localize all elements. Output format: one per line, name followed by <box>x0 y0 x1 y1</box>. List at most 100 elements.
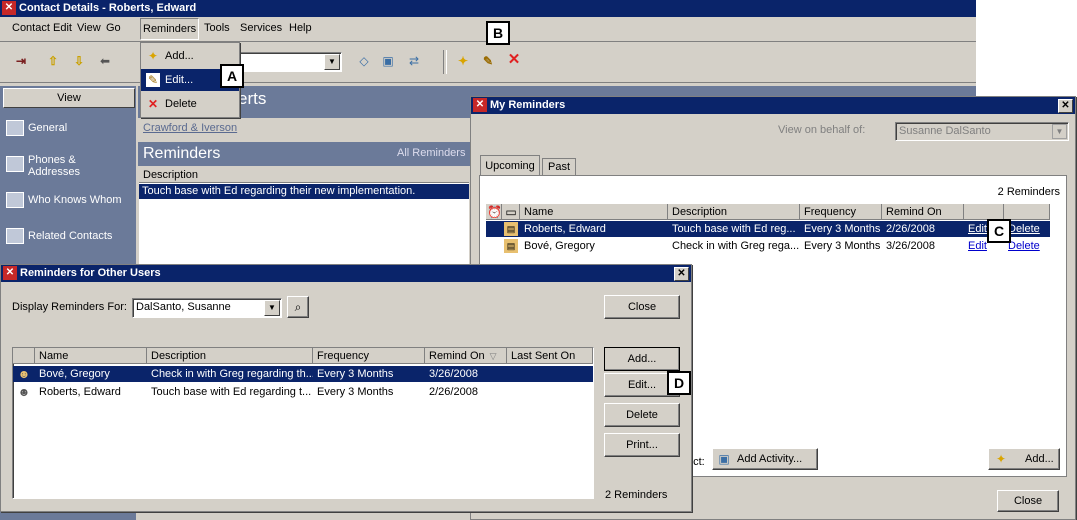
app-logo-icon: ✕ <box>3 266 17 280</box>
menu-contact[interactable]: Contact <box>12 22 50 34</box>
delete-link[interactable]: Delete <box>1008 238 1040 254</box>
name-column-header[interactable]: Name <box>520 204 668 220</box>
toolbar-separator <box>443 50 447 74</box>
link-contacts-icon[interactable]: ⇄ <box>407 54 421 68</box>
contact-card-icon: ▤ <box>504 222 518 236</box>
search-button[interactable]: ⌕ <box>287 296 309 318</box>
tab-past[interactable]: Past <box>542 158 576 176</box>
reminders-filter[interactable]: All Reminders <box>397 147 465 159</box>
remind-on-column-header[interactable]: Remind On <box>882 204 964 220</box>
nav-who-knows-whom[interactable]: Who Knows Whom <box>0 184 133 218</box>
my-reminders-add-button[interactable]: ✦ Add... <box>988 448 1060 470</box>
nav-general[interactable]: General <box>0 112 133 146</box>
menu-help[interactable]: Help <box>289 22 312 34</box>
other-users-title: Reminders for Other Users <box>20 267 161 279</box>
contact-card-icon: ▤ <box>504 239 518 253</box>
reminders-heading: Reminders <box>143 145 221 162</box>
close-icon[interactable]: ✕ <box>674 267 689 281</box>
add-activity-button[interactable]: ▣ Add Activity... <box>712 448 818 470</box>
other-add-button[interactable]: Add... <box>604 347 680 371</box>
callout-c: C <box>987 219 1011 243</box>
edit-pencil-icon[interactable]: ✎ <box>481 54 495 68</box>
tab-upcoming[interactable]: Upcoming <box>480 155 540 176</box>
menu-go[interactable]: Go <box>106 22 121 34</box>
contact-window-title: Contact Details - Roberts, Edward <box>19 2 197 14</box>
description-column-header[interactable]: Description <box>139 168 469 183</box>
app-logo-icon: ✕ <box>473 98 487 112</box>
chevron-down-icon: ▼ <box>1052 124 1067 139</box>
table-row[interactable]: ▤ Roberts, Edward Touch base with Ed reg… <box>486 221 1050 237</box>
diamond-icon[interactable]: ◇ <box>357 54 371 68</box>
edit-link[interactable]: Edit <box>968 221 987 237</box>
frequency-column-header[interactable]: Frequency <box>800 204 882 220</box>
callout-d: D <box>667 371 691 395</box>
toolbar-combo[interactable]: ▼ <box>232 52 342 72</box>
arrow-down-icon[interactable]: ⇩ <box>72 54 86 68</box>
name-column-header[interactable]: Name <box>35 348 147 364</box>
description-column-header[interactable]: Description <box>668 204 800 220</box>
other-print-button[interactable]: Print... <box>604 433 680 457</box>
new-activity-icon: ▣ <box>718 452 730 466</box>
callout-b: B <box>486 21 510 45</box>
user-icon: ☻ <box>17 367 31 381</box>
behalf-label: View on behalf of: <box>778 124 866 136</box>
exit-icon[interactable]: ⇥ <box>14 54 28 68</box>
display-reminders-select[interactable]: DalSanto, Susanne ▼ <box>132 298 282 318</box>
menu-reminders[interactable]: Reminders <box>140 18 200 40</box>
arrow-back-icon[interactable]: ⬅ <box>98 54 112 68</box>
nav-phones-addresses[interactable]: Phones & Addresses <box>0 148 133 182</box>
card-icon: ▭ <box>505 205 517 219</box>
table-row[interactable]: ☻ Roberts, Edward Touch base with Ed reg… <box>13 384 593 400</box>
my-reminders-close-button[interactable]: Close <box>997 490 1059 512</box>
menu-tools[interactable]: Tools <box>204 22 230 34</box>
contact-reminders-list: Description Touch base with Ed regarding… <box>139 168 469 268</box>
other-users-grid: Name Description Frequency Remind On ▽ La… <box>12 347 594 499</box>
close-icon[interactable]: ✕ <box>1058 99 1073 113</box>
behalf-select[interactable]: Susanne DalSanto ▼ <box>895 122 1069 141</box>
table-row[interactable]: ▤ Bové, Gregory Check in with Greg rega.… <box>486 238 1050 254</box>
icon-column-header <box>13 348 35 364</box>
contact-name-heading: erts <box>238 89 267 108</box>
display-reminders-label: Display Reminders For: <box>12 301 127 313</box>
company-link[interactable]: Crawford & Iverson <box>143 122 237 134</box>
add-reminder-icon: ✦ <box>147 49 159 63</box>
other-users-window: ✕ Reminders for Other Users ✕ Display Rem… <box>0 264 692 512</box>
phone-icon <box>6 156 24 172</box>
other-delete-button[interactable]: Delete <box>604 403 680 427</box>
app-logo-icon: ✕ <box>2 1 16 15</box>
alarm-icon: ⏰ <box>487 205 502 219</box>
edit-column-header <box>964 204 1004 220</box>
arrow-up-icon[interactable]: ⇧ <box>46 54 60 68</box>
combo-dropdown-icon[interactable]: ▼ <box>324 54 340 70</box>
edit-link[interactable]: Edit <box>968 238 987 254</box>
edit-pencil-icon: ✎ <box>146 73 160 87</box>
menu-services[interactable]: Services <box>240 22 282 34</box>
nav-related-contacts[interactable]: Related Contacts <box>0 220 133 254</box>
delete-x-icon[interactable]: ✕ <box>507 52 521 67</box>
chevron-down-icon: ▼ <box>264 300 280 316</box>
type-column-header[interactable]: ▭ <box>502 204 520 220</box>
contact-title-bar: ✕ Contact Details - Roberts, Edward <box>0 0 976 17</box>
delete-link[interactable]: Delete <box>1008 221 1040 237</box>
other-users-title-bar: ✕ Reminders for Other Users ✕ <box>1 265 691 282</box>
add-reminder-icon[interactable]: ✦ <box>456 54 470 68</box>
frequency-column-header[interactable]: Frequency <box>313 348 425 364</box>
alarm-column-header[interactable]: ⏰ <box>486 204 502 220</box>
my-reminders-title-bar: ✕ My Reminders ✕ <box>471 97 1075 114</box>
menu-view[interactable]: View <box>77 22 101 34</box>
people-icon <box>6 192 24 208</box>
remind-on-column-header[interactable]: Remind On ▽ <box>425 348 507 364</box>
other-users-close-button[interactable]: Close <box>604 295 680 319</box>
table-row[interactable]: ☻ Bové, Gregory Check in with Greg regar… <box>13 366 593 382</box>
last-sent-column-header[interactable]: Last Sent On <box>507 348 593 364</box>
contact-reminder-row[interactable]: Touch base with Ed regarding their new i… <box>139 184 469 199</box>
menu-item-delete[interactable]: ✕ Delete <box>141 93 239 115</box>
related-contacts-icon <box>6 228 24 244</box>
my-reminders-count: 2 Reminders <box>997 186 1060 198</box>
add-reminder-icon: ✦ <box>995 452 1007 466</box>
search-icon: ⌕ <box>294 300 302 314</box>
general-icon <box>6 120 24 136</box>
menu-edit[interactable]: Edit <box>53 22 72 34</box>
description-column-header[interactable]: Description <box>147 348 313 364</box>
new-activity-icon[interactable]: ▣ <box>381 54 395 68</box>
